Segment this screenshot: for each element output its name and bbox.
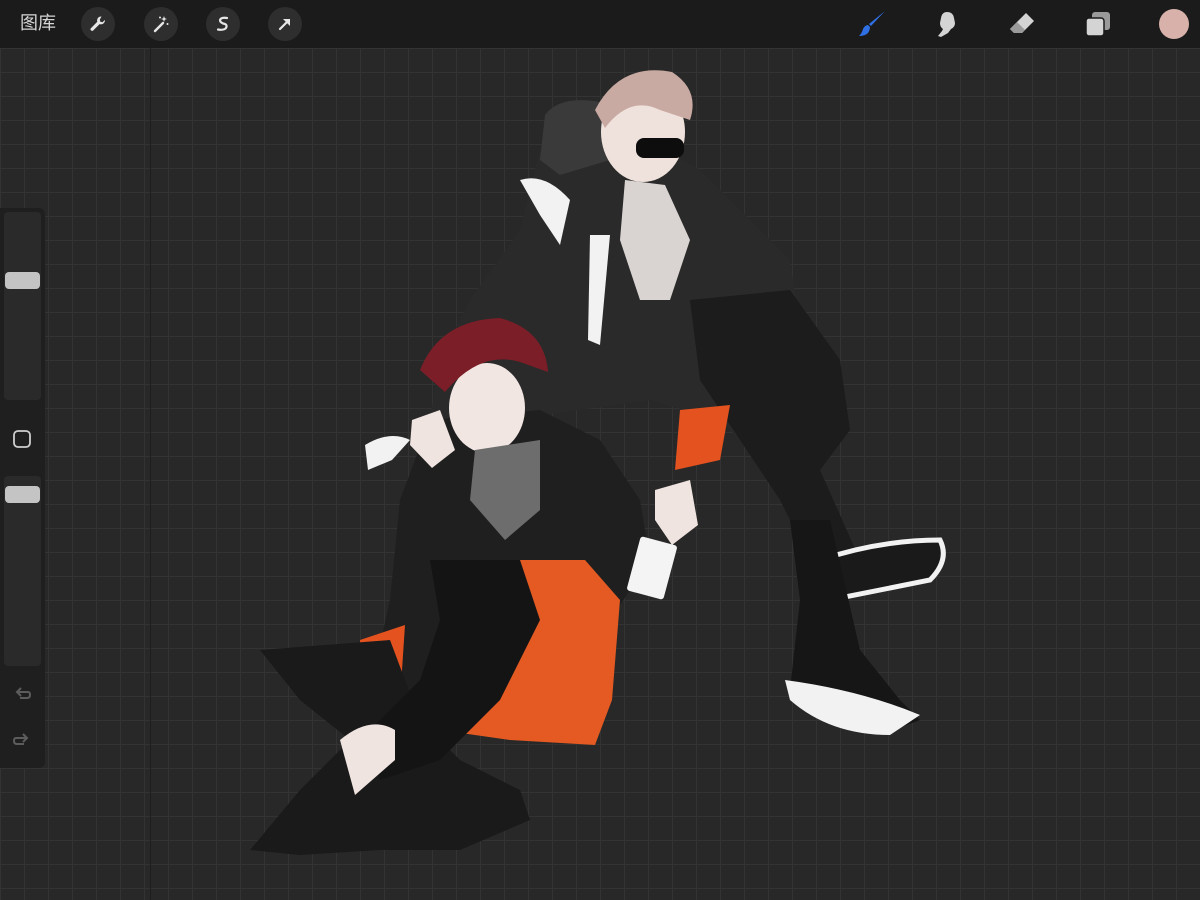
layers-button[interactable] <box>1080 6 1116 42</box>
canvas-edge-line <box>150 48 151 900</box>
magic-wand-icon <box>153 16 169 33</box>
redo-button[interactable] <box>10 728 34 752</box>
arrow-cursor-icon <box>278 18 291 31</box>
left-sidebar <box>0 208 45 768</box>
layers-icon <box>1085 12 1110 37</box>
selection-s-icon <box>216 16 229 31</box>
square-outline-icon <box>13 430 31 448</box>
undo-arrow-icon <box>15 687 32 699</box>
brush-tool-button[interactable] <box>854 6 890 42</box>
modify-button[interactable] <box>12 429 32 449</box>
smudge-finger-icon <box>938 12 955 37</box>
opacity-thumb[interactable] <box>5 486 40 503</box>
undo-button[interactable] <box>10 682 34 706</box>
artwork-illustration <box>250 70 946 855</box>
brush-size-thumb[interactable] <box>5 272 40 289</box>
drawing-canvas[interactable] <box>0 48 1200 900</box>
eraser-tool-button[interactable] <box>1004 6 1040 42</box>
selection-button[interactable] <box>206 7 240 41</box>
wrench-icon <box>90 16 105 31</box>
brush-icon <box>859 11 885 36</box>
gallery-button[interactable]: 图库 <box>20 12 56 36</box>
opacity-slider[interactable] <box>4 476 41 666</box>
eraser-icon <box>1010 13 1034 33</box>
brush-size-slider[interactable] <box>4 212 41 400</box>
top-toolbar: 图库 <box>0 0 1200 48</box>
actions-button[interactable] <box>81 7 115 41</box>
redo-arrow-icon <box>12 733 29 745</box>
color-picker-swatch[interactable] <box>1159 9 1189 39</box>
transform-button[interactable] <box>268 7 302 41</box>
smudge-tool-button[interactable] <box>928 6 964 42</box>
adjustments-button[interactable] <box>144 7 178 41</box>
